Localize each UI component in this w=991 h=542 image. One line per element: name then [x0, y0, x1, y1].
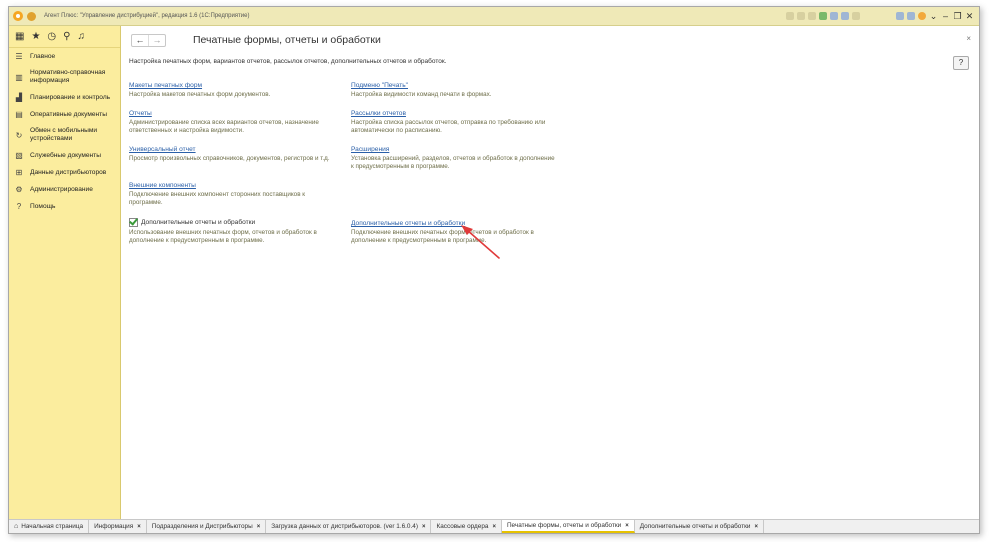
- sidebar-item-chart[interactable]: ▟ Планирование и контроль: [9, 89, 120, 106]
- close-tab-icon[interactable]: ×: [257, 524, 261, 530]
- books-icon: ▥: [15, 72, 23, 82]
- help-icon: ?: [16, 202, 22, 211]
- sections-sidebar: ▦ ★ ◷ ⚲ ♫ ☰ Главное ▥ Нормативно-справочная инф…: [9, 26, 121, 520]
- toolbar-icon-3[interactable]: [808, 12, 816, 20]
- sidebar-item-menu-lines[interactable]: ☰ Главное: [9, 48, 120, 65]
- chart-icon: ▟: [15, 93, 23, 102]
- close-tab-icon[interactable]: ×: [625, 523, 629, 529]
- distributor-icon: ⊞: [15, 168, 23, 177]
- toolbar-icon-1[interactable]: [786, 12, 794, 20]
- sidebar-item-service-doc[interactable]: ▧ Служебные документы: [9, 147, 120, 164]
- close-window-button[interactable]: ✕: [965, 11, 974, 21]
- toolbar-icon-2[interactable]: [797, 12, 805, 20]
- sidebar-item-document[interactable]: ▤ Оперативные документы: [9, 106, 120, 123]
- info-icon[interactable]: [918, 12, 926, 20]
- home-icon: ⌂: [14, 523, 19, 530]
- tab-label: Печатные формы, отчеты и обработки: [506, 522, 622, 529]
- restore-button[interactable]: ❐: [953, 11, 962, 21]
- search-icon[interactable]: ⚲: [63, 31, 70, 42]
- sidebar-item-label: Служебные документы: [30, 151, 101, 159]
- sync-icon: ↻: [15, 130, 23, 140]
- bell-icon[interactable]: [896, 12, 904, 20]
- service-doc-icon: ▧: [15, 151, 23, 160]
- document-icon: ▤: [15, 110, 23, 119]
- window-tab[interactable]: Печатные формы, отчеты и обработки ×: [501, 520, 635, 533]
- menu-lines-icon: ☰: [15, 52, 23, 61]
- sidebar-item-sync[interactable]: ↻ Обмен с мобильными устройствами: [9, 123, 120, 147]
- tab-label: Кассовые ордера: [436, 523, 489, 530]
- notes-icon[interactable]: [841, 12, 849, 20]
- red-pointer-arrow-icon: [461, 225, 500, 259]
- sidebar-item-label: Планирование и контроль: [30, 93, 111, 101]
- close-tab-icon[interactable]: ×: [492, 524, 496, 530]
- app-window: Агент Плюс: "Управление дистрибуцией", р…: [8, 6, 980, 534]
- title-bar-tools: ⌄ ‒ ❐ ✕: [786, 11, 979, 21]
- apps-grid-icon[interactable]: ▦: [15, 31, 24, 42]
- star-icon[interactable]: ★: [31, 31, 40, 42]
- sidebar-item-label: Нормативно-справочная информация: [30, 69, 106, 84]
- window-tab[interactable]: Загрузка данных от дистрибьюторов. (ver …: [266, 520, 432, 533]
- window-title: Агент Плюс: "Управление дистрибуцией", р…: [44, 13, 250, 19]
- sidebar-item-label: Обмен с мобильными устройствами: [30, 127, 98, 142]
- open-windows-tab-bar: ⌂ Начальная страница Информация × Подразделе…: [9, 519, 979, 533]
- bell-icon[interactable]: ♫: [77, 31, 85, 42]
- help-button[interactable]: ?: [953, 56, 969, 70]
- title-bar: Агент Плюс: "Управление дистрибуцией", р…: [9, 7, 979, 26]
- close-icon[interactable]: ×: [966, 34, 971, 43]
- app-logo-icon: [13, 11, 23, 21]
- sidebar-items: ☰ Главное ▥ Нормативно-справочная информаци…: [9, 48, 120, 215]
- close-tab-icon[interactable]: ×: [422, 524, 426, 530]
- close-tab-icon[interactable]: ×: [137, 524, 141, 530]
- tab-label: Начальная страница: [21, 523, 84, 530]
- window-tab[interactable]: Подразделения и Дистрибьюторы ×: [147, 520, 267, 533]
- close-tab-icon[interactable]: ×: [755, 524, 759, 530]
- sidebar-item-label: Оперативные документы: [30, 110, 107, 118]
- window-menu-icon[interactable]: ⌄: [929, 11, 938, 21]
- window-tab[interactable]: Информация ×: [89, 520, 147, 533]
- sidebar-item-label: Главное: [30, 52, 56, 60]
- main-content: ← → Печатные формы, отчеты и обработки ×…: [121, 26, 979, 520]
- sidebar-item-books[interactable]: ▥ Нормативно-справочная информация: [9, 65, 120, 89]
- tab-label: Подразделения и Дистрибьюторы: [151, 523, 253, 530]
- sidebar-item-label: Администрирование: [30, 185, 93, 193]
- minimize-button[interactable]: ‒: [941, 11, 950, 21]
- history-icon[interactable]: [907, 12, 915, 20]
- toolbar-icon-4[interactable]: [852, 12, 860, 20]
- calculator-icon[interactable]: [819, 12, 827, 20]
- sidebar-item-help[interactable]: ? Помощь: [9, 198, 120, 215]
- window-tab[interactable]: Кассовые ордера ×: [431, 520, 502, 533]
- sidebar-item-gear[interactable]: ⚙ Администрирование: [9, 181, 120, 198]
- sidebar-toolbar: ▦ ★ ◷ ⚲ ♫: [9, 26, 120, 48]
- window-tab[interactable]: ⌂ Начальная страница: [9, 520, 90, 533]
- tab-label: Загрузка данных от дистрибьюторов. (ver …: [271, 523, 418, 530]
- tab-label: Информация: [94, 523, 134, 530]
- sidebar-item-label: Помощь: [30, 202, 56, 210]
- tab-label: Дополнительные отчеты и обработки: [639, 523, 751, 530]
- calendar-icon[interactable]: [830, 12, 838, 20]
- sidebar-item-distributor[interactable]: ⊞ Данные дистрибьюторов: [9, 164, 120, 181]
- main-menu-icon[interactable]: [27, 11, 36, 21]
- sidebar-item-label: Данные дистрибьюторов: [30, 168, 107, 176]
- gear-icon: ⚙: [15, 185, 23, 194]
- history-icon[interactable]: ◷: [47, 31, 56, 42]
- window-tab[interactable]: Дополнительные отчеты и обработки ×: [635, 520, 765, 533]
